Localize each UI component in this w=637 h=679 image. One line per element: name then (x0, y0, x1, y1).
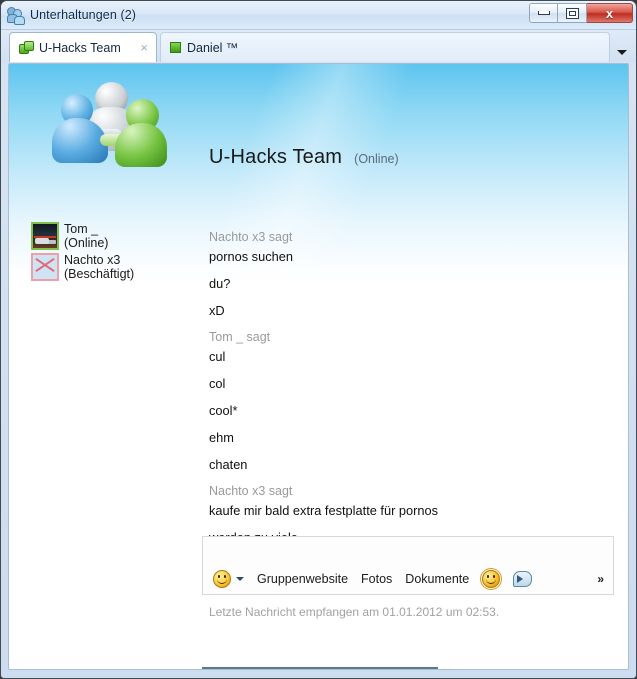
message-sender: Nachto x3 sagt (209, 484, 293, 498)
chat-area: Tom _ (Online) Nachto x3 (Beschäftigt) U… (8, 63, 629, 670)
advertisement: Linda eDarling Heute Linda✕ Hi, schön di… (202, 666, 452, 669)
participant-status: (Online) (64, 236, 109, 250)
close-icon: x (605, 5, 614, 21)
maximize-icon (565, 7, 579, 19)
group-website-link[interactable]: Gruppenwebsite (257, 572, 348, 586)
nudge-smiley-icon[interactable] (482, 570, 501, 588)
list-item[interactable]: Nachto x3 (Beschäftigt) (31, 253, 134, 282)
tab-label: U-Hacks Team (39, 40, 121, 55)
conversation-window: Unterhaltungen (2) x U-Hacks Team × Dani… (0, 0, 637, 679)
more-options-button[interactable]: » (597, 572, 604, 586)
tab-strip: U-Hacks Team × Daniel ™ (1, 30, 636, 62)
message-text: ehm (209, 430, 234, 445)
message-text: du? (209, 276, 231, 291)
message-text: kaufe mir bald extra festplatte für porn… (209, 503, 439, 518)
message-text: col (209, 376, 226, 391)
avatar (31, 253, 59, 281)
compose-toolbar: Gruppenwebsite Fotos Dokumente » (203, 564, 613, 594)
smiley-icon[interactable] (213, 570, 231, 588)
title-bar: Unterhaltungen (2) x (1, 1, 636, 30)
message-sender: Tom _ sagt (209, 330, 271, 344)
avatar (31, 222, 59, 250)
message-text: pornos suchen (209, 249, 293, 264)
minimize-icon (537, 11, 550, 15)
participant-status: (Beschäftigt) (64, 267, 135, 281)
people-icon (7, 6, 25, 25)
close-button[interactable]: x (587, 3, 633, 23)
participant-name: Tom _ (64, 222, 99, 236)
conversation-header: U-Hacks Team (Online) (209, 146, 399, 169)
documents-link[interactable]: Dokumente (405, 572, 469, 586)
message-text: chaten (209, 457, 248, 472)
voice-clip-icon[interactable] (513, 571, 533, 587)
message-text: xD (209, 303, 225, 318)
ad-panel[interactable]: Linda eDarling Heute Linda✕ Hi, schön di… (202, 667, 438, 669)
chevron-down-icon[interactable] (236, 577, 244, 581)
message-text: cul (209, 349, 226, 364)
participant-list: Tom _ (Online) Nachto x3 (Beschäftigt) (31, 222, 134, 284)
photos-link[interactable]: Fotos (361, 572, 392, 586)
participant-name: Nachto x3 (64, 253, 121, 267)
tab-daniel[interactable]: Daniel ™ (160, 32, 610, 62)
page-title: U-Hacks Team (209, 146, 343, 168)
maximize-button[interactable] (558, 3, 587, 23)
compose-panel[interactable]: Gruppenwebsite Fotos Dokumente » (202, 536, 614, 595)
tab-label: Daniel ™ (187, 40, 239, 55)
chevron-down-icon[interactable] (617, 50, 627, 55)
tab-close-icon[interactable]: × (140, 41, 148, 54)
window-controls: x (529, 3, 633, 23)
group-display-picture (52, 82, 172, 167)
group-icon (19, 41, 34, 54)
system-note: Letzte Nachricht empfangen am 01.01.2012… (209, 605, 500, 619)
message-text: cool* (209, 403, 238, 418)
window-title: Unterhaltungen (2) (30, 8, 137, 22)
minimize-button[interactable] (529, 3, 558, 23)
status-badge: (Online) (354, 152, 399, 166)
message-sender: Nachto x3 sagt (209, 230, 293, 244)
ad-close-icon[interactable]: ✕ (441, 666, 452, 669)
online-status-icon (170, 42, 181, 53)
tab-u-hacks-team[interactable]: U-Hacks Team × (9, 32, 157, 62)
ad-header: Linda eDarling (203, 668, 437, 669)
list-item[interactable]: Tom _ (Online) (31, 222, 134, 251)
